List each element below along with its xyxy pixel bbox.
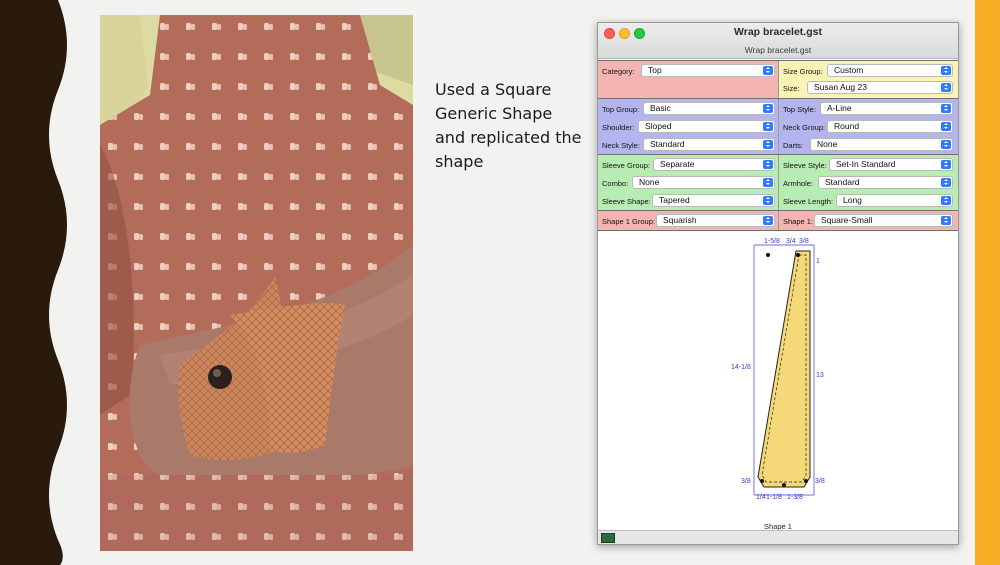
title-bar: Wrap bracelet.gst Wrap bracelet.gst (598, 23, 958, 59)
bracelet-photo (100, 15, 413, 551)
window-subtitle: Wrap bracelet.gst (744, 45, 812, 55)
chevron-updown-icon (941, 140, 951, 149)
neck-group-label: Neck Group: (783, 122, 826, 132)
dim-bottom-3: 1-3/8 (787, 494, 803, 501)
notch-point (760, 479, 764, 483)
dim-bottom-1: 1/4 (756, 494, 766, 501)
dim-bottom-left-side: 3/8 (741, 478, 751, 485)
shape-panel: Shape 1 Group: Squarish Shape 1: Square-… (598, 210, 958, 231)
dim-right-small: 1 (816, 258, 820, 265)
chevron-updown-icon (763, 66, 773, 75)
chevron-updown-icon (763, 160, 773, 169)
chevron-updown-icon (941, 104, 951, 113)
chevron-updown-icon (941, 160, 951, 169)
darts-select[interactable]: None (810, 138, 953, 151)
top-panel: Top Group: Basic Shoulder: Sloped Neck S… (598, 98, 958, 154)
dim-bottom-right-side: 3/8 (815, 478, 825, 485)
neck-style-label: Neck Style: (602, 140, 640, 150)
sleeve-group-label: Sleeve Group: (602, 160, 650, 170)
dim-left-height: 14-1/8 (731, 364, 751, 371)
shape1-label: Shape 1: (783, 216, 814, 226)
pattern-thumbnail-icon[interactable] (601, 533, 615, 543)
shape1-select[interactable]: Square-Small (814, 214, 953, 227)
size-group-label: Size Group: (783, 66, 823, 76)
size-group-select[interactable]: Custom (827, 64, 953, 77)
chevron-updown-icon (763, 104, 773, 113)
notch-point (766, 253, 770, 257)
category-panel: Category: Top Size Group: Custom Size: S… (598, 60, 958, 98)
top-group-label: Top Group: (602, 104, 640, 114)
dim-top-right: 3/4 (786, 238, 796, 245)
size-label: Size: (783, 83, 800, 93)
slide-caption: Used a Square Generic Shape and replicat… (435, 80, 582, 171)
category-select[interactable]: Top (641, 64, 775, 77)
app-window: Wrap bracelet.gst Wrap bracelet.gst Cate… (597, 22, 959, 545)
wavy-decoration (0, 0, 67, 565)
shape1-group-label: Shape 1 Group: (602, 216, 655, 226)
shoulder-label: Shoulder: (602, 122, 635, 132)
sleeve-style-select[interactable]: Set-In Standard (829, 158, 953, 171)
window-title: Wrap bracelet.gst (734, 26, 822, 38)
chevron-updown-icon (941, 66, 951, 75)
chevron-updown-icon (941, 83, 951, 92)
sleeve-shape-label: Sleeve Shape: (602, 196, 651, 206)
sleeve-length-label: Sleeve Length: (783, 196, 834, 206)
dim-right-height: 13 (816, 372, 824, 379)
neck-group-select[interactable]: Round (827, 120, 953, 133)
size-select[interactable]: Susan Aug 23 (807, 81, 953, 94)
shape1-group-select[interactable]: Squarish (656, 214, 775, 227)
chevron-updown-icon (763, 140, 773, 149)
notch-point (804, 479, 808, 483)
sleeve-group-select[interactable]: Separate (653, 158, 775, 171)
status-bar (598, 530, 958, 544)
chevron-updown-icon (763, 178, 773, 187)
darts-label: Darts: (783, 140, 804, 150)
top-style-label: Top Style: (783, 104, 816, 114)
top-style-select[interactable]: A-Line (820, 102, 953, 115)
neck-style-select[interactable]: Standard (643, 138, 775, 151)
chevron-updown-icon (763, 196, 773, 205)
armhole-select[interactable]: Standard (818, 176, 953, 189)
dim-bottom-2: 1-1/8 (766, 494, 782, 501)
chevron-updown-icon (763, 122, 773, 131)
chevron-updown-icon (763, 216, 773, 225)
sleeve-style-label: Sleeve Style: (783, 160, 827, 170)
accent-bar (975, 0, 1000, 565)
combo-select[interactable]: None (632, 176, 775, 189)
sleeve-shape-select[interactable]: Tapered (652, 194, 775, 207)
sleeve-panel: Sleeve Group: Separate Combo: None Sleev… (598, 154, 958, 210)
combo-label: Combo: (602, 178, 629, 188)
category-label: Category: (602, 66, 635, 76)
chevron-updown-icon (941, 196, 951, 205)
armhole-label: Armhole: (783, 178, 814, 188)
shoulder-select[interactable]: Sloped (638, 120, 775, 133)
sleeve-length-select[interactable]: Long (836, 194, 953, 207)
notch-point (782, 483, 786, 487)
chevron-updown-icon (941, 216, 951, 225)
pattern-canvas[interactable]: 1-5/8 3/4 3/8 1 14-1/8 13 3/8 3/8 1/4 1-… (598, 233, 958, 529)
notch-point (796, 253, 800, 257)
dim-top-far: 3/8 (799, 238, 809, 245)
top-group-select[interactable]: Basic (643, 102, 775, 115)
chevron-updown-icon (941, 178, 951, 187)
chevron-updown-icon (941, 122, 951, 131)
dim-top-left: 1-5/8 (764, 238, 780, 245)
